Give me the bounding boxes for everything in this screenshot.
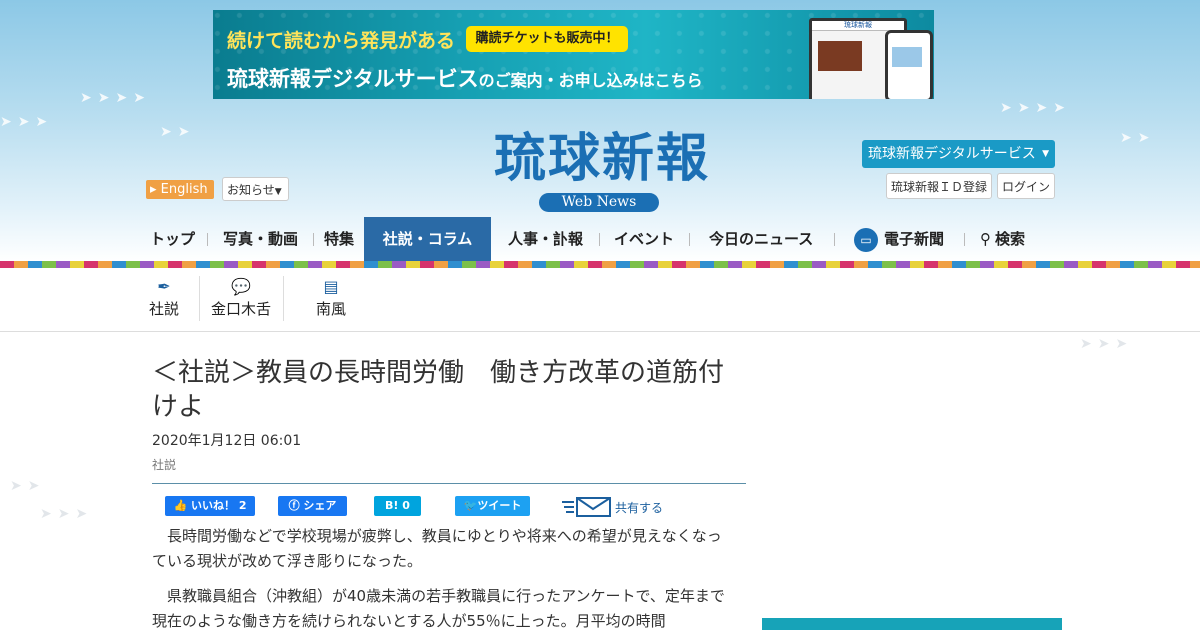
- notice-dropdown[interactable]: お知らせ▼: [222, 177, 289, 201]
- fish-decoration: ➤➤: [10, 478, 46, 494]
- nav-separator: [207, 233, 208, 246]
- subnav-separator: [199, 276, 200, 321]
- pen-icon: ✒: [157, 277, 171, 296]
- ad-headline: 続けて読むから発見がある: [227, 30, 456, 52]
- twitter-bird-icon: 🐦: [463, 499, 478, 512]
- subnav-separator: [283, 276, 284, 321]
- nav-separator: [599, 233, 600, 246]
- ad-subheadline: 琉球新報デジタルサービスのご案内・お申し込みはこちら: [227, 67, 703, 91]
- nav-item-event[interactable]: イベント: [614, 217, 674, 261]
- digital-service-dropdown[interactable]: 琉球新報デジタルサービス ▼: [862, 140, 1055, 168]
- subnav-item-shasetsu[interactable]: ✒ 社説: [144, 276, 184, 324]
- nav-item-top[interactable]: トップ: [150, 217, 195, 261]
- article-divider: [152, 483, 746, 484]
- nav-item-special[interactable]: 特集: [324, 217, 354, 261]
- english-button[interactable]: ▸ English: [146, 180, 214, 199]
- nav-separator: [313, 233, 314, 246]
- fish-decoration: ➤➤➤: [0, 114, 54, 130]
- nav-item-search[interactable]: ⚲ 検索: [980, 217, 1025, 261]
- id-register-button[interactable]: 琉球新報ＩＤ登録: [886, 173, 992, 199]
- hatena-bookmark-button[interactable]: B! 0: [374, 496, 421, 516]
- decorative-pattern-strip: [0, 261, 1200, 268]
- nav-separator: [689, 233, 690, 246]
- digital-service-ad-banner[interactable]: 続けて読むから発見がある 購読チケットも販売中！ 琉球新報デジタルサービスのご案…: [213, 10, 934, 99]
- article-title: ＜社説＞教員の長時間労働 働き方改革の道筋付けよ: [152, 358, 725, 422]
- fish-decoration: ➤➤➤➤: [80, 90, 151, 106]
- chevron-down-icon: ▼: [274, 187, 282, 197]
- fish-decoration: ➤➤: [160, 124, 196, 140]
- sidebar-ad[interactable]: [762, 618, 1062, 630]
- subnav-item-kinkuchi[interactable]: 💬 金口木舌: [206, 276, 276, 324]
- nav-item-today-news[interactable]: 今日のニュース: [709, 217, 813, 261]
- nav-item-personnel-obituary[interactable]: 人事・訃報: [508, 217, 583, 261]
- nav-separator: [964, 233, 965, 246]
- fish-decoration: ➤➤➤➤: [1000, 100, 1071, 116]
- login-button[interactable]: ログイン: [997, 173, 1055, 199]
- subnav-item-nanpu[interactable]: ▤ 南風: [310, 276, 352, 324]
- site-logo[interactable]: 琉球新報: [452, 128, 752, 190]
- facebook-like-button[interactable]: 👍 いいね！ 2: [165, 496, 255, 516]
- nav-item-editorial-column[interactable]: 社説・コラム: [364, 217, 491, 261]
- epaper-icon: ▭: [854, 227, 878, 252]
- search-icon: ⚲: [980, 230, 991, 248]
- facebook-icon: ⓕ: [288, 499, 300, 512]
- chevron-down-icon: ▼: [1042, 149, 1049, 159]
- article-category[interactable]: 社説: [152, 456, 176, 473]
- thumbs-up-icon: 👍: [173, 499, 188, 512]
- nav-separator: [834, 233, 835, 246]
- mail-share-icon[interactable]: [562, 496, 612, 518]
- fish-decoration: ➤➤➤: [40, 506, 94, 522]
- share-label[interactable]: 共有する: [615, 499, 663, 516]
- ad-ticket-pill: 購読チケットも販売中！: [466, 26, 628, 52]
- facebook-share-button[interactable]: ⓕ シェア: [278, 496, 347, 516]
- tweet-button[interactable]: 🐦ツイート: [455, 496, 530, 516]
- nav-item-photo-video[interactable]: 写真・動画: [223, 217, 298, 261]
- article-date: 2020年1月12日 06:01: [152, 433, 302, 449]
- speech-bubble-icon: 💬: [231, 277, 251, 296]
- main-nav: トップ 写真・動画 特集 社説・コラム 人事・訃報 イベント 今日のニュース ▭…: [140, 217, 1040, 261]
- nav-item-epaper[interactable]: ▭ 電子新聞: [854, 217, 944, 261]
- ad-phone-illustration: [885, 30, 933, 99]
- message-icon: ▤: [323, 277, 339, 296]
- article-paragraph: 県教職員組合（沖教組）が40歳未満の若手教職員に行ったアンケートで、定年まで現在…: [152, 587, 725, 630]
- article-paragraph: 長時間労働などで学校現場が疲弊し、教員にゆとりや将来への希望が見えなくなっている…: [152, 527, 722, 570]
- fish-decoration: ➤➤➤: [1080, 336, 1134, 352]
- fish-decoration: ➤➤: [1120, 130, 1156, 146]
- site-logo-subtitle: Web News: [539, 193, 659, 212]
